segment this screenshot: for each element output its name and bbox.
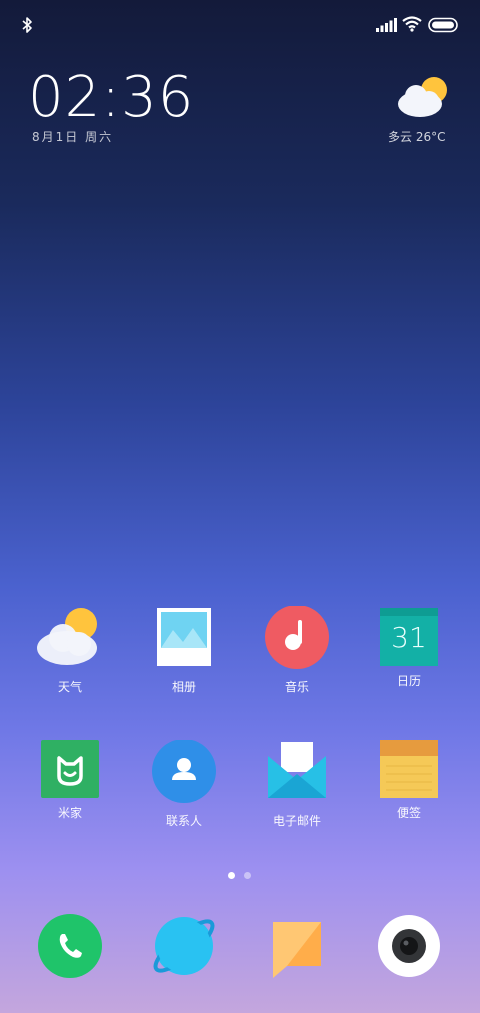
notes-icon <box>380 740 438 798</box>
email-icon <box>264 740 330 806</box>
signal-icon <box>376 18 397 32</box>
app-music[interactable]: 音乐 <box>247 605 347 695</box>
dock-browser[interactable] <box>134 914 234 978</box>
phone-icon <box>38 914 102 978</box>
app-label: 联系人 <box>165 814 202 828</box>
wifi-icon <box>402 16 422 32</box>
dock-camera[interactable] <box>359 914 459 978</box>
app-email[interactable]: 电子邮件 <box>247 740 347 829</box>
bluetooth-icon <box>22 17 32 33</box>
app-weather[interactable]: 天气 <box>20 606 120 695</box>
app-label: 米家 <box>57 806 82 820</box>
app-label: 电子邮件 <box>272 814 321 828</box>
mijia-icon <box>41 740 99 798</box>
partly-cloudy-icon[interactable] <box>396 74 452 120</box>
status-bar <box>0 0 480 50</box>
page-indicator[interactable] <box>228 872 254 880</box>
contacts-icon <box>151 739 217 806</box>
app-label: 相册 <box>171 680 196 694</box>
dock-phone[interactable] <box>20 914 120 978</box>
battery-icon <box>428 17 458 33</box>
dock-messages[interactable] <box>247 914 347 978</box>
weather-app-icon <box>37 606 103 672</box>
music-icon <box>264 605 330 672</box>
app-label: 日历 <box>396 674 421 688</box>
app-label: 天气 <box>57 680 82 694</box>
messages-icon <box>265 914 329 978</box>
app-label: 便签 <box>396 806 421 820</box>
camera-icon <box>377 914 441 978</box>
app-gallery[interactable]: 相册 <box>134 606 234 695</box>
weather-summary: 多云 26°C <box>388 130 446 144</box>
clock-date: 8月1日 周六 <box>32 130 114 144</box>
gallery-icon <box>151 606 217 672</box>
app-notes[interactable]: 便签 <box>359 740 459 821</box>
app-mijia[interactable]: 米家 <box>20 740 120 821</box>
page-dot[interactable] <box>244 872 251 879</box>
calendar-date-text: 31 <box>391 621 427 654</box>
clock-time[interactable]: 02:36 <box>28 66 194 130</box>
calendar-icon: 31 <box>380 608 438 666</box>
app-calendar[interactable]: 31 日历 <box>359 606 459 689</box>
app-contacts[interactable]: 联系人 <box>134 739 234 829</box>
browser-icon <box>152 914 216 978</box>
page-dot-active[interactable] <box>228 872 235 879</box>
app-label: 音乐 <box>284 680 309 694</box>
